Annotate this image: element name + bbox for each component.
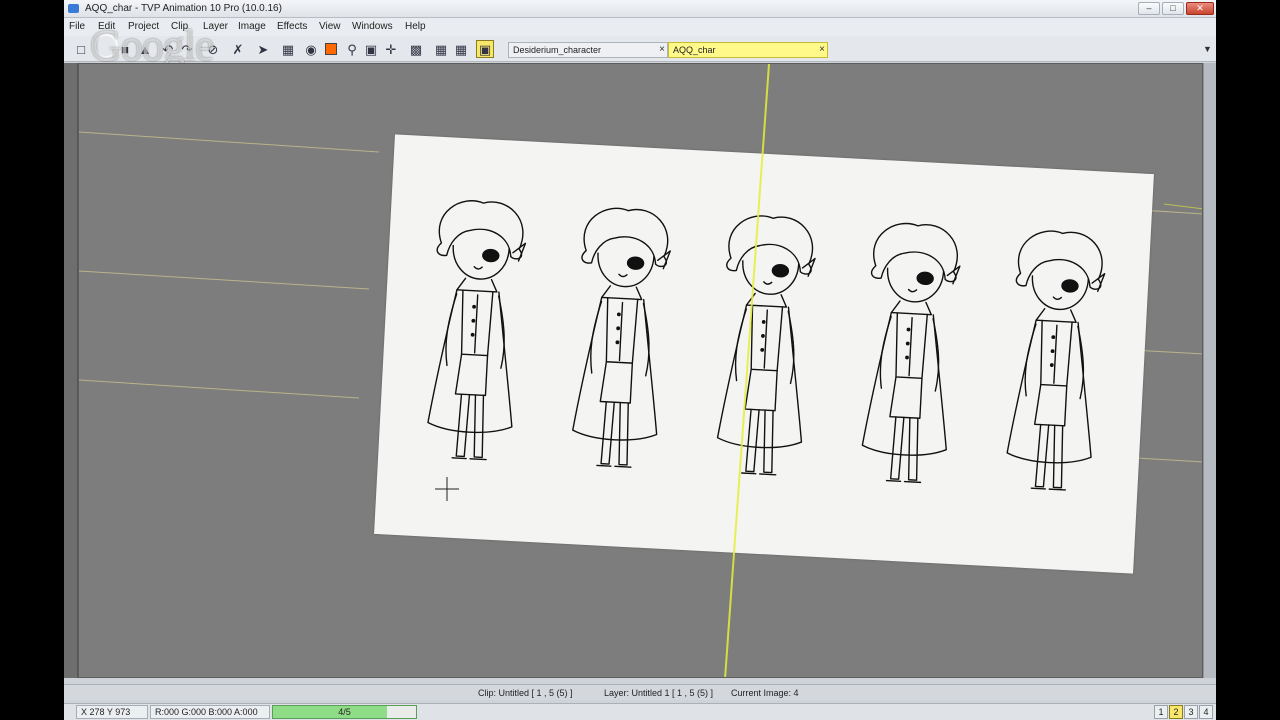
menu-effects[interactable]: Effects — [277, 21, 307, 32]
display-icon[interactable]: ▣ — [362, 40, 380, 58]
color-wheel-icon[interactable]: ◉ — [302, 40, 320, 58]
grid-guides-icon[interactable]: ▦ — [452, 40, 470, 58]
close-tab-icon[interactable]: × — [659, 43, 665, 57]
current-image-status: Current Image: 4 — [731, 688, 799, 698]
close-tab-icon[interactable]: × — [819, 43, 825, 57]
color-swatch-icon[interactable] — [322, 40, 340, 58]
menu-project[interactable]: Project — [128, 21, 159, 32]
tab-list-dropdown-icon[interactable]: ▼ — [1203, 44, 1212, 54]
new-document-icon[interactable]: □ — [72, 40, 90, 58]
frame-progress-label: 4/5 — [338, 707, 351, 717]
menu-help[interactable]: Help — [405, 21, 426, 32]
tab-label: AQQ_char — [673, 45, 716, 55]
camera-overlay-icon — [94, 34, 118, 58]
minimize-button[interactable]: – — [1138, 2, 1160, 15]
redo-icon[interactable]: ↷ — [178, 40, 196, 58]
close-window-button[interactable]: ✕ — [1186, 2, 1214, 15]
lightbox-icon[interactable]: ▩ — [407, 40, 425, 58]
left-panel-edge — [64, 63, 78, 678]
close-project-icon[interactable]: ✗ — [229, 40, 247, 58]
page-button-2[interactable]: 2 — [1169, 705, 1183, 719]
bottom-bar: X 278 Y 973 R:000 G:000 B:000 A:000 4/5 … — [64, 703, 1216, 720]
layer-status: Layer: Untitled 1 [ 1 , 5 (5) ] — [604, 688, 714, 698]
grid-icon[interactable]: ▦ — [432, 40, 450, 58]
no-entry-icon[interactable]: ⊘ — [204, 40, 222, 58]
right-panel-edge — [1203, 63, 1216, 678]
undo-icon[interactable]: ↶ — [159, 40, 177, 58]
drawing-viewport[interactable] — [78, 63, 1203, 678]
tab-desiderium-character[interactable]: Desiderium_character × — [508, 42, 668, 58]
safe-area-icon[interactable]: ▣ — [476, 40, 494, 58]
cursor-icon[interactable]: ➤ — [254, 40, 272, 58]
frame-progress-bar[interactable]: 4/5 — [272, 705, 417, 719]
page-button-1[interactable]: 1 — [1154, 705, 1168, 719]
menu-windows[interactable]: Windows — [352, 21, 393, 32]
menu-bar: File Edit Project Clip Layer Image Effec… — [64, 18, 1216, 36]
menu-layer[interactable]: Layer — [203, 21, 228, 32]
vertical-guide — [724, 64, 1202, 677]
tab-label: Desiderium_character — [513, 45, 602, 55]
open-folder-icon[interactable]: ▲ — [136, 40, 154, 58]
page-button-4[interactable]: 4 — [1199, 705, 1213, 719]
maximize-button[interactable]: □ — [1162, 2, 1184, 15]
app-window: AQQ_char - TVP Animation 10 Pro (10.0.16… — [64, 0, 1216, 720]
menu-clip[interactable]: Clip — [171, 21, 188, 32]
window-title: AQQ_char - TVP Animation 10 Pro (10.0.16… — [85, 3, 282, 14]
page-button-3[interactable]: 3 — [1184, 705, 1198, 719]
crosshair-cursor-icon — [435, 477, 459, 501]
menu-file[interactable]: File — [69, 21, 85, 32]
save-icon[interactable]: ■ — [116, 40, 134, 58]
cursor-coordinates: X 278 Y 973 — [76, 705, 148, 719]
status-bar: Clip: Untitled [ 1 , 5 (5) ] Layer: Unti… — [64, 684, 1216, 700]
crosshair-icon[interactable]: ✛ — [382, 40, 400, 58]
tab-aqq-char[interactable]: AQQ_char × — [668, 42, 828, 58]
clip-status: Clip: Untitled [ 1 , 5 (5) ] — [478, 688, 573, 698]
title-bar: AQQ_char - TVP Animation 10 Pro (10.0.16… — [64, 0, 1216, 18]
menu-view[interactable]: View — [319, 21, 341, 32]
color-readout: R:000 G:000 B:000 A:000 — [150, 705, 270, 719]
menu-image[interactable]: Image — [238, 21, 266, 32]
pin-icon[interactable]: ⚲ — [343, 40, 361, 58]
menu-edit[interactable]: Edit — [98, 21, 115, 32]
tvpaint-app-icon — [68, 4, 79, 13]
grid-toggle-icon[interactable]: ▦ — [279, 40, 297, 58]
